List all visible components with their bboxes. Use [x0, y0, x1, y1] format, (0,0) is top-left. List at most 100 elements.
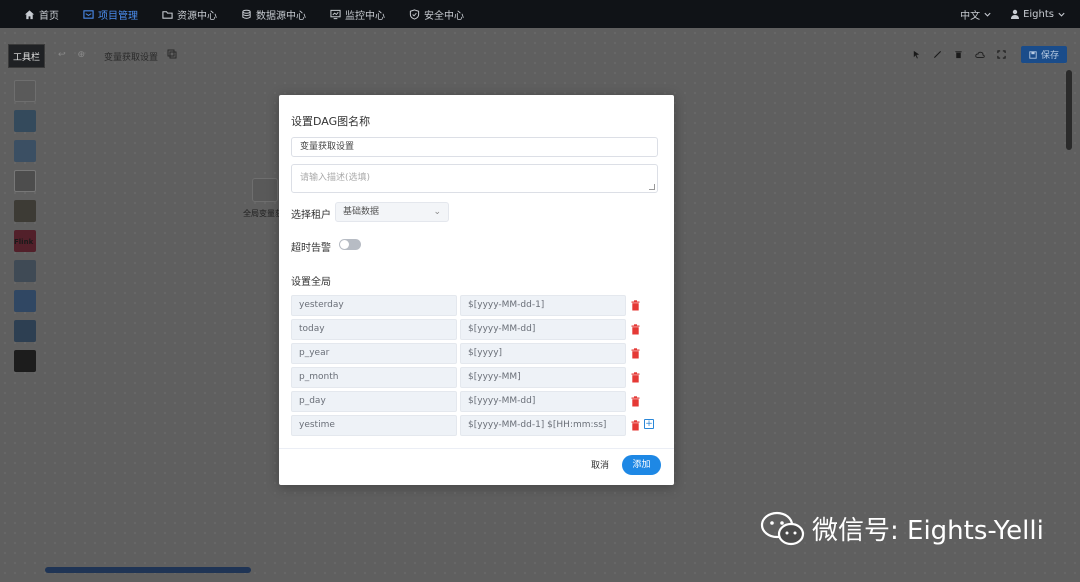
vertical-scrollbar[interactable] — [1066, 70, 1072, 150]
nav-item-project[interactable]: 项目管理 — [71, 0, 150, 28]
add-button[interactable]: 添加 — [622, 455, 661, 475]
undo-icon[interactable]: ↩ — [58, 50, 66, 60]
shell-task-icon[interactable] — [14, 80, 36, 102]
copy-icon[interactable] — [167, 49, 177, 59]
flink-label: Flink — [14, 238, 34, 246]
dependent-task-icon[interactable] — [14, 320, 36, 342]
tenant-value: 基础数据 — [343, 207, 380, 217]
mr-task-icon[interactable] — [14, 260, 36, 282]
procedure-task-icon[interactable] — [14, 140, 36, 162]
home-icon — [24, 9, 35, 19]
dag-name-dialog: 设置DAG图名称 变量获取设置 请输入描述(选填) 选择租户 基础数据 ⌄ 超时… — [279, 95, 674, 485]
monitor-icon — [330, 9, 341, 19]
language-select[interactable]: 中文 — [960, 7, 992, 22]
param-key-input[interactable]: p_year — [291, 343, 457, 364]
top-nav: 首页 项目管理 资源中心 数据源中心 监控中心 安全中心 中文 Eights — [0, 0, 1080, 28]
tenant-select[interactable]: 基础数据 ⌄ — [335, 202, 449, 222]
delete-icon[interactable] — [631, 300, 640, 311]
language-label: 中文 — [960, 10, 981, 22]
user-name: Eights — [1023, 8, 1054, 20]
python-task-icon[interactable] — [14, 290, 36, 312]
history-arrows: ↩ ⊕ — [58, 50, 85, 60]
sql-task-icon[interactable] — [14, 170, 36, 192]
param-value-input[interactable]: $[yyyy-MM-dd] — [460, 319, 626, 340]
shield-icon — [409, 8, 420, 20]
nav-item-monitor[interactable]: 监控中心 — [318, 0, 397, 28]
canvas-task-node[interactable] — [252, 178, 278, 202]
param-key-input[interactable]: p_month — [291, 367, 457, 388]
global-params-label: 设置全局 — [291, 277, 331, 288]
wechat-icon — [760, 511, 805, 545]
database-icon — [242, 9, 251, 19]
param-row: p_year $[yyyy] — [291, 343, 661, 364]
trash-icon[interactable] — [954, 50, 963, 59]
param-value-input[interactable]: $[yyyy] — [460, 343, 626, 364]
dialog-title: 设置DAG图名称 — [291, 115, 371, 128]
param-row: yesterday $[yyyy-MM-dd-1] — [291, 295, 661, 316]
chevron-down-icon — [984, 12, 991, 17]
nav-item-datasource[interactable]: 数据源中心 — [229, 0, 318, 28]
save-label: 保存 — [1040, 51, 1059, 61]
dag-name-input[interactable]: 变量获取设置 — [291, 137, 658, 157]
param-row: today $[yyyy-MM-dd] — [291, 319, 661, 340]
tenant-label: 选择租户 — [291, 210, 331, 221]
param-row: p_day $[yyyy-MM-dd] — [291, 391, 661, 412]
param-value-input[interactable]: $[yyyy-MM-dd] — [460, 391, 626, 412]
line-icon[interactable] — [933, 50, 942, 59]
chevron-down-icon: ⌄ — [433, 207, 441, 217]
http-task-icon[interactable] — [14, 350, 36, 372]
delete-icon[interactable] — [631, 396, 640, 407]
delete-icon[interactable] — [631, 348, 640, 359]
add-param-icon[interactable]: + — [644, 419, 654, 429]
folder-icon — [162, 10, 173, 19]
nav-item-label: 数据源中心 — [256, 10, 306, 22]
horizontal-scrollbar[interactable] — [45, 567, 251, 573]
nav-item-label: 安全中心 — [424, 10, 464, 22]
dialog-divider — [279, 448, 674, 449]
spark-task-icon[interactable] — [14, 200, 36, 222]
nav-item-label: 资源中心 — [177, 10, 217, 22]
save-icon — [1029, 50, 1037, 59]
param-row: p_month $[yyyy-MM] — [291, 367, 661, 388]
task-palette — [14, 80, 38, 380]
cancel-button[interactable]: 取消 — [585, 457, 615, 475]
param-key-input[interactable]: p_day — [291, 391, 457, 412]
canvas-toolbar — [912, 50, 1006, 59]
fullscreen-icon[interactable] — [997, 50, 1006, 59]
delete-icon[interactable] — [631, 324, 640, 335]
project-icon — [83, 9, 94, 19]
nav-item-security[interactable]: 安全中心 — [397, 0, 476, 28]
param-key-input[interactable]: today — [291, 319, 457, 340]
resize-handle[interactable] — [649, 184, 655, 190]
redo-icon[interactable]: ⊕ — [78, 50, 86, 60]
subprocess-task-icon[interactable] — [14, 110, 36, 132]
nav-item-label: 监控中心 — [345, 10, 385, 22]
chevron-down-icon — [1058, 12, 1065, 17]
toolbox-tab[interactable]: 工具栏 — [8, 44, 45, 68]
param-key-input[interactable]: yestime — [291, 415, 457, 436]
description-placeholder: 请输入描述(选填) — [300, 173, 371, 183]
nav-item-home[interactable]: 首页 — [0, 0, 71, 28]
nav-item-label: 项目管理 — [98, 10, 138, 22]
watermark: 微信号: Eights-Yelli — [760, 510, 1044, 547]
timeout-alarm-label: 超时告警 — [291, 243, 331, 254]
nav-item-resource[interactable]: 资源中心 — [150, 0, 229, 28]
cloud-icon[interactable] — [975, 50, 985, 59]
nav-right: 中文 Eights — [960, 0, 1066, 28]
description-textarea[interactable]: 请输入描述(选填) — [291, 164, 658, 193]
param-value-input[interactable]: $[yyyy-MM-dd-1] — [460, 295, 626, 316]
param-value-input[interactable]: $[yyyy-MM-dd-1] $[HH:mm:ss] — [460, 415, 626, 436]
dag-title: 变量获取设置 — [104, 53, 159, 63]
delete-icon[interactable] — [631, 372, 640, 383]
save-button[interactable]: 保存 — [1021, 46, 1067, 63]
pointer-icon[interactable] — [912, 50, 921, 59]
delete-icon[interactable] — [631, 420, 640, 431]
param-key-input[interactable]: yesterday — [291, 295, 457, 316]
user-menu[interactable]: Eights — [1010, 9, 1066, 20]
timeout-alarm-toggle[interactable] — [339, 239, 361, 250]
user-icon — [1011, 9, 1020, 19]
param-value-input[interactable]: $[yyyy-MM] — [460, 367, 626, 388]
watermark-text: 微信号: Eights-Yelli — [812, 516, 1044, 546]
nav-item-label: 首页 — [39, 10, 59, 22]
param-row: yestime $[yyyy-MM-dd-1] $[HH:mm:ss] + — [291, 415, 661, 436]
